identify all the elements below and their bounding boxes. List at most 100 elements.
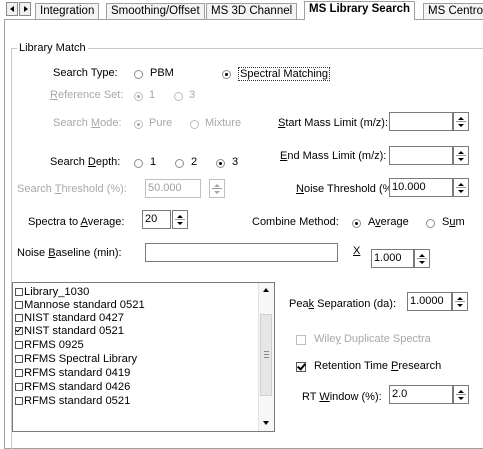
tab-scroll-right-icon[interactable] — [19, 2, 31, 16]
search-mode-mixture-radio[interactable] — [190, 120, 199, 129]
library-checkbox[interactable] — [15, 368, 23, 377]
library-match-title: Library Match — [17, 42, 88, 54]
reference-set-3-label: 3 — [189, 89, 196, 101]
grip-line — [264, 351, 269, 352]
scrollbar-thumb[interactable] — [260, 314, 272, 396]
rt-window-spinner[interactable] — [453, 385, 469, 404]
library-list-scrollbar[interactable] — [258, 283, 274, 431]
peak-separation-input[interactable]: 1.0000 — [407, 292, 452, 311]
search-threshold-input[interactable]: 50.000 — [145, 179, 201, 198]
library-checkbox[interactable] — [15, 287, 23, 296]
end-mass-limit-input[interactable] — [389, 146, 453, 165]
tab-scroll-arrows — [6, 2, 32, 17]
tab-ms-centroid[interactable]: MS Centroid — [423, 3, 483, 19]
search-mode-label: Search Mode: — [53, 117, 122, 129]
rt-window-label: RT Window (%): — [302, 391, 382, 403]
grip-line — [264, 354, 269, 355]
combine-sum-label[interactable]: Sum — [442, 216, 465, 228]
library-checkbox[interactable] — [15, 382, 23, 391]
library-item-label: Mannose standard 0521 — [24, 298, 145, 311]
library-item[interactable]: Library_1030 — [15, 285, 89, 298]
start-mass-limit-spinner[interactable] — [453, 112, 469, 131]
library-checkbox[interactable] — [15, 354, 23, 363]
search-depth-1-label[interactable]: 1 — [150, 156, 156, 168]
noise-baseline-multiplier-spinner[interactable] — [414, 249, 430, 268]
search-type-pbm-radio[interactable] — [134, 70, 143, 79]
reference-set-1-radio[interactable] — [134, 92, 143, 101]
search-type-pbm-label[interactable]: PBM — [150, 67, 174, 79]
library-item[interactable]: RFMS Spectral Library — [15, 352, 137, 365]
peak-separation-label: Peak Separation (da): — [289, 298, 397, 310]
peak-separation-spinner[interactable] — [452, 292, 468, 311]
library-item-label: RFMS standard 0419 — [24, 366, 131, 379]
library-item[interactable]: NIST standard 0427 — [15, 311, 124, 324]
library-checkbox[interactable] — [15, 325, 23, 335]
search-mode-pure-radio[interactable] — [134, 120, 143, 129]
search-threshold-spinner[interactable] — [209, 179, 225, 198]
combine-average-label[interactable]: Average — [368, 216, 409, 228]
library-item[interactable]: RFMS standard 0521 — [15, 394, 130, 407]
tab-ms-library-search[interactable]: MS Library Search — [304, 1, 415, 20]
library-item[interactable]: NIST standard 0521 — [15, 324, 124, 337]
library-checkbox[interactable] — [15, 340, 23, 349]
search-depth-3-radio[interactable] — [216, 159, 225, 168]
search-depth-1-radio[interactable] — [134, 159, 143, 168]
tab-strip: Integration Smoothing/Offset MS 3D Chann… — [0, 0, 483, 20]
checkmark-icon — [15, 325, 22, 332]
search-depth-3-label[interactable]: 3 — [232, 156, 238, 168]
library-item[interactable]: RFMS standard 0426 — [15, 380, 130, 393]
search-depth-2-label[interactable]: 2 — [191, 156, 197, 168]
reference-set-label: Reference Set: — [50, 89, 124, 101]
checkmark-icon — [297, 361, 306, 371]
noise-threshold-input[interactable]: 10.000 — [389, 178, 453, 197]
start-mass-limit-input[interactable] — [389, 112, 453, 131]
noise-baseline-multiplier-label: X — [353, 245, 361, 257]
retention-time-presearch-checkbox[interactable] — [296, 361, 306, 372]
tab-ms-3d-channel[interactable]: MS 3D Channel — [206, 3, 298, 19]
reference-set-3-radio[interactable] — [174, 92, 183, 101]
search-type-spectral-label[interactable]: Spectral Matching — [238, 67, 331, 81]
noise-baseline-multiplier-input[interactable]: 1.000 — [371, 249, 414, 268]
wiley-duplicate-label: Wiley Duplicate Spectra — [314, 333, 431, 345]
library-item-label: RFMS standard 0426 — [24, 380, 131, 393]
start-mass-limit-label: Start Mass Limit (m/z): — [278, 117, 389, 129]
end-mass-limit-spinner[interactable] — [453, 146, 469, 165]
rt-window-input[interactable]: 2.0 — [389, 385, 453, 404]
library-item-label: NIST standard 0427 — [24, 311, 124, 324]
noise-baseline-input[interactable] — [145, 243, 338, 262]
library-item[interactable]: RFMS standard 0419 — [15, 366, 130, 379]
noise-baseline-label: Noise Baseline (min): — [17, 247, 122, 259]
library-checkbox[interactable] — [15, 396, 23, 405]
library-checkbox[interactable] — [15, 300, 23, 309]
tab-integration[interactable]: Integration — [35, 3, 100, 19]
scroll-down-icon[interactable] — [263, 421, 269, 425]
retention-time-presearch-label[interactable]: Retention Time Presearch — [314, 360, 441, 372]
search-type-label: Search Type: — [53, 67, 118, 79]
grip-line — [264, 357, 269, 358]
reference-set-1-label: 1 — [149, 89, 156, 101]
library-item-label: RFMS 0925 — [24, 338, 84, 351]
combine-method-label: Combine Method: — [252, 216, 339, 228]
search-threshold-label: Search Threshold (%): — [17, 183, 127, 195]
library-item-label: Library_1030 — [24, 285, 90, 298]
combine-sum-radio[interactable] — [426, 219, 435, 228]
library-item[interactable]: RFMS 0925 — [15, 338, 84, 351]
noise-threshold-label: Noise Threshold (%): — [296, 183, 400, 195]
spectra-to-average-spinner[interactable] — [172, 210, 188, 229]
search-depth-2-radio[interactable] — [175, 159, 184, 168]
tab-scroll-left-icon[interactable] — [6, 2, 18, 16]
library-checkbox[interactable] — [15, 313, 23, 322]
scroll-up-icon[interactable] — [263, 288, 269, 292]
library-item[interactable]: Mannose standard 0521 — [15, 298, 145, 311]
combine-average-radio[interactable] — [352, 219, 361, 228]
wiley-duplicate-checkbox[interactable] — [296, 335, 306, 345]
search-depth-label: Search Depth: — [50, 156, 121, 168]
spectra-to-average-label: Spectra to Average: — [28, 216, 125, 228]
library-list[interactable]: Library_1030 Mannose standard 0521 NIST … — [12, 282, 275, 432]
spectra-to-average-input[interactable]: 20 — [142, 210, 171, 229]
noise-threshold-spinner[interactable] — [453, 178, 469, 197]
library-item-label: NIST standard 0521 — [24, 324, 124, 337]
search-type-spectral-radio[interactable] — [222, 70, 231, 79]
library-item-label: RFMS Spectral Library — [24, 352, 138, 365]
tab-smoothing-offset[interactable]: Smoothing/Offset — [106, 3, 205, 19]
